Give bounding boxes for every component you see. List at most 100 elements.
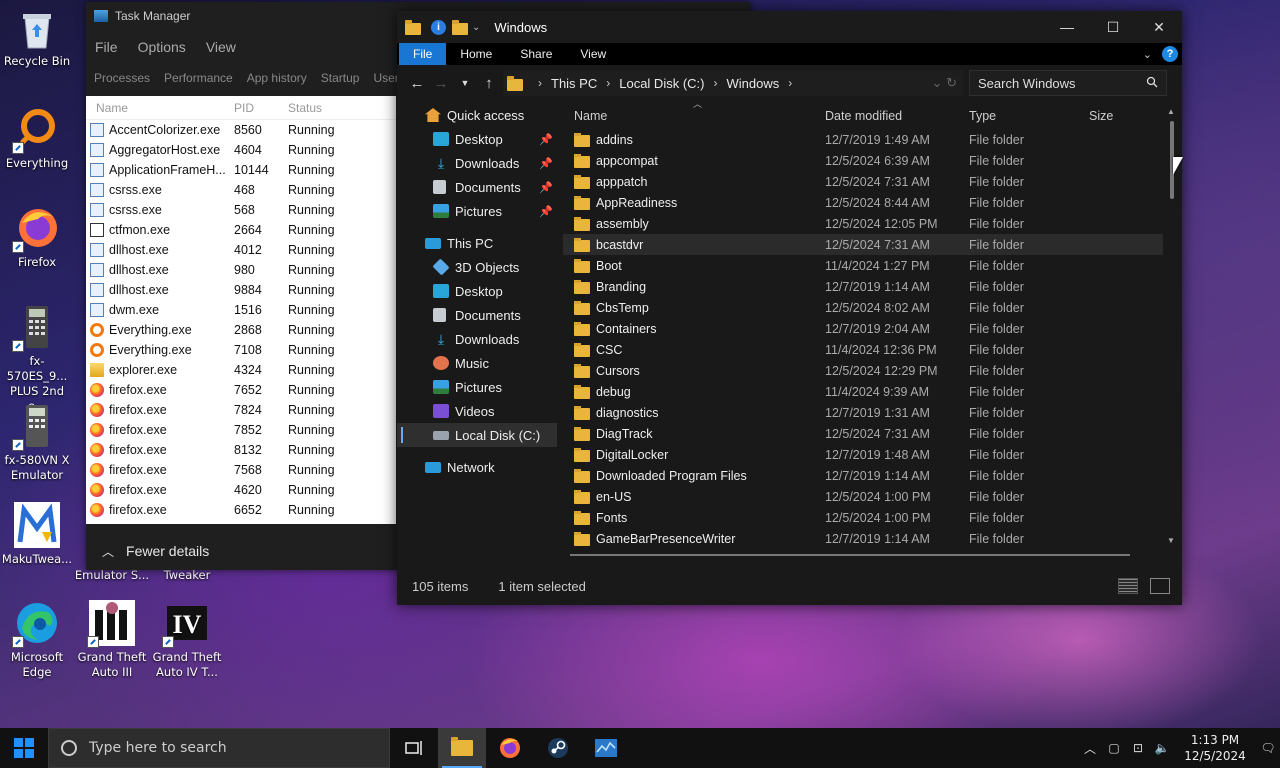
desktop-icon-emulator[interactable]: Emulator S... <box>72 568 152 583</box>
pin-icon[interactable]: 📌 <box>539 133 553 146</box>
file-row[interactable]: DiagTrack 12/5/2024 7:31 AM File folder <box>563 423 1163 444</box>
nav-videos[interactable]: Videos <box>397 399 557 423</box>
pin-icon[interactable]: 📌 <box>539 157 553 170</box>
notifications-icon[interactable]: 🗨 <box>1256 741 1280 755</box>
file-row[interactable]: Boot 11/4/2024 1:27 PM File folder <box>563 255 1163 276</box>
file-row[interactable]: Fonts 12/5/2024 1:00 PM File folder <box>563 507 1163 528</box>
nav-music[interactable]: Music <box>397 351 557 375</box>
menu-file[interactable]: File <box>95 39 118 55</box>
back-button[interactable]: ← <box>405 75 429 92</box>
process-row[interactable]: firefox.exe 6652 Running <box>86 500 396 520</box>
file-row[interactable]: assembly 12/5/2024 12:05 PM File folder <box>563 213 1163 234</box>
file-row[interactable]: AppReadiness 12/5/2024 8:44 AM File folder <box>563 192 1163 213</box>
file-row[interactable]: addins 12/7/2019 1:49 AM File folder <box>563 129 1163 150</box>
column-date-modified[interactable]: Date modified <box>825 109 969 123</box>
minimize-button[interactable]: — <box>1044 11 1090 43</box>
close-button[interactable]: ✕ <box>1136 11 1182 43</box>
search-input[interactable]: Search Windows <box>969 70 1167 96</box>
details-view-button[interactable] <box>1118 578 1138 594</box>
process-row[interactable]: dllhost.exe 4012 Running <box>86 240 396 260</box>
nav-quick-access[interactable]: Quick access <box>397 103 557 127</box>
process-row[interactable]: Everything.exe 7108 Running <box>86 340 396 360</box>
breadcrumb-separator-icon[interactable]: › <box>606 76 610 90</box>
nav-local-disk[interactable]: Local Disk (C:) <box>397 423 557 447</box>
taskbar-file-explorer[interactable] <box>438 728 486 768</box>
file-row[interactable]: CSC 11/4/2024 12:36 PM File folder <box>563 339 1163 360</box>
file-row[interactable]: CbsTemp 12/5/2024 8:02 AM File folder <box>563 297 1163 318</box>
desktop-icon-makutweaker[interactable]: MakuTwea... <box>0 502 74 567</box>
desktop-icon-everything[interactable]: Everything <box>0 106 74 171</box>
breadcrumb[interactable]: › This PC › Local Disk (C:) › Windows › … <box>503 70 963 96</box>
process-row[interactable]: dllhost.exe 980 Running <box>86 260 396 280</box>
tray-app-icon[interactable]: ▢ <box>1102 741 1126 755</box>
recent-locations-button[interactable]: ▼ <box>453 78 477 88</box>
file-list[interactable]: ︿ Name Date modified Type Size addins 12/… <box>563 99 1163 555</box>
desktop-icon-fx570[interactable]: fx-570ES_9... PLUS 2nd e... <box>0 304 74 414</box>
nav-qa-downloads[interactable]: ⤓ Downloads 📌 <box>397 151 557 175</box>
refresh-icon[interactable]: ⌄ ↻ <box>932 75 957 91</box>
taskbar-steam[interactable] <box>534 728 582 768</box>
scroll-down-icon[interactable]: ▼ <box>1167 536 1175 545</box>
network-icon[interactable]: ⊡ <box>1126 741 1150 755</box>
menu-view[interactable]: View <box>206 39 236 55</box>
breadcrumb-this-pc[interactable]: This PC <box>551 76 597 91</box>
file-row[interactable]: appcompat 12/5/2024 6:39 AM File folder <box>563 150 1163 171</box>
scroll-up-icon[interactable]: ▲ <box>1167 107 1175 116</box>
file-row[interactable]: GameBarPresenceWriter 12/7/2019 1:14 AM Fi… <box>563 528 1163 549</box>
process-row[interactable]: csrss.exe 468 Running <box>86 180 396 200</box>
fewer-details-button[interactable]: ︿ Fewer details <box>86 534 396 568</box>
file-row[interactable]: Containers 12/7/2019 2:04 AM File folder <box>563 318 1163 339</box>
column-name[interactable]: Name <box>86 101 234 115</box>
help-icon[interactable]: ? <box>1162 46 1178 62</box>
chevron-down-icon[interactable]: ⌄ <box>472 22 480 33</box>
large-icons-view-button[interactable] <box>1150 578 1170 594</box>
maximize-button[interactable]: ☐ <box>1090 11 1136 43</box>
ribbon-tab-file[interactable]: File <box>399 43 447 65</box>
file-row[interactable]: bcastdvr 12/5/2024 7:31 AM File folder <box>563 234 1163 255</box>
nav-qa-desktop[interactable]: Desktop 📌 <box>397 127 557 151</box>
ribbon-tab-home[interactable]: Home <box>446 43 506 65</box>
process-row[interactable]: firefox.exe 7568 Running <box>86 460 396 480</box>
desktop-icon-edge[interactable]: Microsoft Edge <box>0 600 74 680</box>
process-row[interactable]: ctfmon.exe 2664 Running <box>86 220 396 240</box>
clock[interactable]: 1:13 PM 12/5/2024 <box>1174 732 1256 764</box>
file-row[interactable]: diagnostics 12/7/2019 1:31 AM File folder <box>563 402 1163 423</box>
taskbar-firefox[interactable] <box>486 728 534 768</box>
desktop-icon-tweaker[interactable]: Tweaker <box>150 568 224 583</box>
nav-desktop[interactable]: Desktop <box>397 279 557 303</box>
desktop-icon-fx580[interactable]: fx-580VN X Emulator <box>0 403 74 483</box>
file-row[interactable]: apppatch 12/5/2024 7:31 AM File folder <box>563 171 1163 192</box>
task-view-button[interactable] <box>390 728 438 768</box>
new-folder-icon[interactable] <box>452 19 468 35</box>
breadcrumb-separator-icon[interactable]: › <box>788 76 792 90</box>
process-row[interactable]: ApplicationFrameH... 10144 Running <box>86 160 396 180</box>
show-hidden-icons-icon[interactable]: ︿ <box>1078 740 1102 757</box>
nav-this-pc[interactable]: This PC <box>397 231 557 255</box>
taskbar-task-manager[interactable] <box>582 728 630 768</box>
breadcrumb-separator-icon[interactable]: › <box>538 76 542 90</box>
explorer-titlebar[interactable]: i ⌄ Windows — ☐ ✕ <box>397 11 1182 43</box>
column-pid[interactable]: PID <box>234 101 288 115</box>
start-button[interactable] <box>0 728 48 768</box>
file-row[interactable]: Cursors 12/5/2024 12:29 PM File folder <box>563 360 1163 381</box>
nav-downloads[interactable]: ⤓ Downloads <box>397 327 557 351</box>
file-row[interactable]: DigitalLocker 12/7/2019 1:48 AM File folde… <box>563 444 1163 465</box>
pin-icon[interactable]: 📌 <box>539 181 553 194</box>
pin-icon[interactable]: 📌 <box>539 205 553 218</box>
taskbar-search-input[interactable]: Type here to search <box>48 728 390 768</box>
process-row[interactable]: Everything.exe 2868 Running <box>86 320 396 340</box>
expand-ribbon-icon[interactable]: ⌄ <box>1143 48 1152 61</box>
properties-icon[interactable]: i <box>431 19 446 35</box>
breadcrumb-local-disk[interactable]: Local Disk (C:) <box>619 76 704 91</box>
process-row[interactable]: AccentColorizer.exe 8560 Running <box>86 120 396 140</box>
tab-app-history[interactable]: App history <box>247 71 307 85</box>
process-row[interactable]: firefox.exe 4620 Running <box>86 480 396 500</box>
volume-icon[interactable]: 🔈 <box>1150 741 1174 755</box>
up-button[interactable]: ↑ <box>477 75 501 92</box>
forward-button[interactable]: → <box>429 75 453 92</box>
process-row[interactable]: dwm.exe 1516 Running <box>86 300 396 320</box>
process-list[interactable]: Name PID Status AccentColorizer.exe 8560 R… <box>86 96 396 524</box>
file-row[interactable]: Downloaded Program Files 12/7/2019 1:14 A… <box>563 465 1163 486</box>
process-row[interactable]: firefox.exe 7852 Running <box>86 420 396 440</box>
tab-startup[interactable]: Startup <box>321 71 360 85</box>
